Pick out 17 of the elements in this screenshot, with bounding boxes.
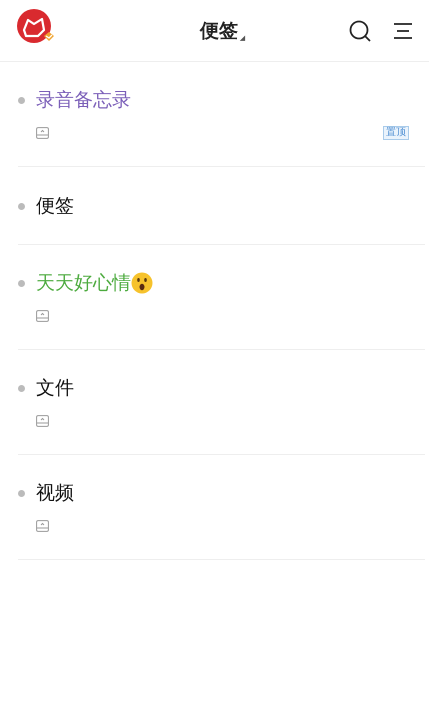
bullet-dot	[18, 202, 25, 210]
bullet-dot	[18, 384, 25, 392]
bullet-dot	[18, 280, 25, 286]
tray-icon	[36, 415, 49, 427]
header-title[interactable]: 便签	[200, 18, 238, 44]
tray-icon	[36, 520, 49, 532]
bullet-dot	[18, 490, 25, 496]
search-icon[interactable]	[349, 20, 371, 42]
tray-icon	[36, 310, 49, 322]
bullet-dot	[18, 96, 25, 104]
tray-icon	[36, 127, 49, 139]
note-title[interactable]: 视频	[36, 480, 74, 506]
pinned-badge: 置顶	[383, 126, 409, 140]
note-title[interactable]: 便签	[36, 193, 74, 219]
note-title[interactable]: 录音备忘录	[36, 87, 131, 113]
note-title[interactable]: 文件	[36, 375, 74, 401]
menu-icon[interactable]	[393, 22, 413, 40]
